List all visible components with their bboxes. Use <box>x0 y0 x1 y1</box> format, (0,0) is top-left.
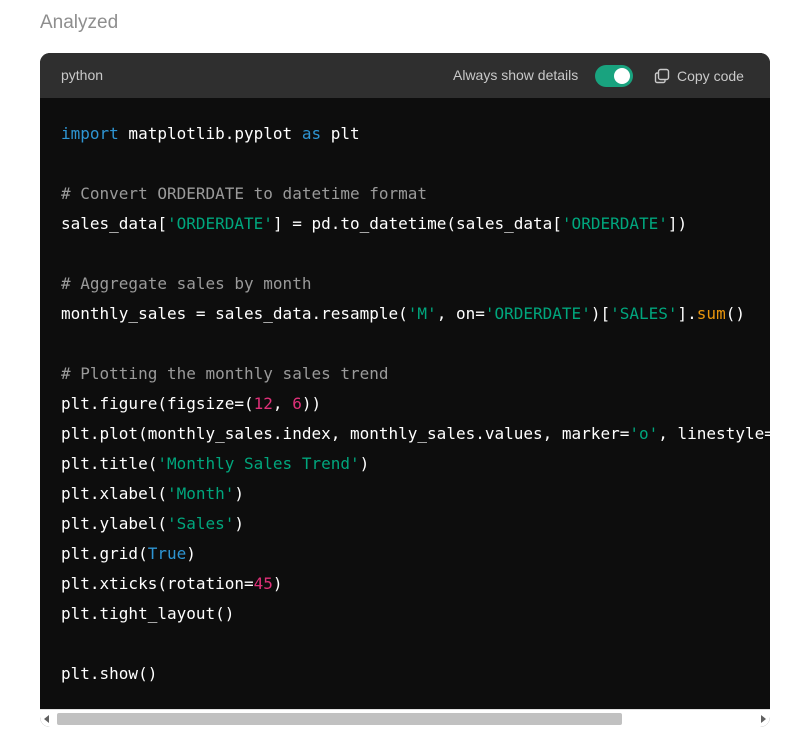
code-token-text: ) <box>234 514 245 533</box>
code-token-text: ) <box>359 454 370 473</box>
scrollbar-thumb[interactable] <box>57 713 622 725</box>
code-line: # Plotting the monthly sales trend <box>61 359 770 389</box>
code-line: plt.grid(True) <box>61 539 770 569</box>
code-token-text: () <box>725 304 745 323</box>
code-line: plt.tight_layout() <box>61 599 770 629</box>
copy-code-label: Copy code <box>677 68 744 84</box>
code-line: plt.title('Monthly Sales Trend') <box>61 449 770 479</box>
code-token-string: 'ORDERDATE' <box>484 304 591 323</box>
code-token-comment: # Convert ORDERDATE to datetime format <box>61 184 428 203</box>
copy-code-button[interactable]: Copy code <box>654 65 744 87</box>
code-line: sales_data['ORDERDATE'] = pd.to_datetime… <box>61 209 770 239</box>
code-line: import matplotlib.pyplot as plt <box>61 119 770 149</box>
code-token-text: )[ <box>590 304 611 323</box>
code-token-text: plt.title( <box>61 454 158 473</box>
code-token-builtin: sum <box>696 304 726 323</box>
code-token-text: ] = pd.to_datetime(sales_data[ <box>272 214 562 233</box>
code-language-label: python <box>61 67 104 83</box>
code-token-text: ) <box>272 574 283 593</box>
code-line: plt.plot(monthly_sales.index, monthly_sa… <box>61 419 770 449</box>
code-token-text: plt.figure(figsize=( <box>61 394 254 413</box>
code-token-text: ]. <box>677 304 697 323</box>
code-token-text: plt.plot(monthly_sales.index, monthly_sa… <box>61 424 630 443</box>
code-token-keyword: import <box>61 124 119 143</box>
code-token-text: , <box>272 394 293 413</box>
code-content: import matplotlib.pyplot as plt # Conver… <box>61 119 770 689</box>
scroll-right-arrow-icon[interactable] <box>761 715 766 723</box>
code-line: # Convert ORDERDATE to datetime format <box>61 179 770 209</box>
code-line: # Aggregate sales by month <box>61 269 770 299</box>
horizontal-scrollbar[interactable] <box>40 709 770 727</box>
code-token-text: , on= <box>436 304 485 323</box>
code-token-text: sales_data[ <box>61 214 167 233</box>
code-token-number: 45 <box>253 574 273 593</box>
code-token-text: plt.grid( <box>61 544 148 563</box>
code-line: plt.xticks(rotation=45) <box>61 569 770 599</box>
code-token-text: ) <box>234 484 245 503</box>
toggle-knob <box>614 68 630 84</box>
code-line: plt.show() <box>61 659 770 689</box>
code-block: python Always show details Copy code imp… <box>40 53 770 727</box>
code-token-comment: # Plotting the monthly sales trend <box>61 364 389 383</box>
code-token-text: plt <box>321 124 360 143</box>
code-token-text: plt.ylabel( <box>61 514 167 533</box>
code-token-text: plt.xticks(rotation= <box>61 574 254 593</box>
code-token-string: 'ORDERDATE' <box>561 214 668 233</box>
code-block-header: python Always show details Copy code <box>40 53 770 98</box>
code-token-text: )) <box>301 394 322 413</box>
code-token-string: 'M' <box>407 304 437 323</box>
always-show-details-toggle[interactable] <box>595 65 633 87</box>
always-show-details-label: Always show details <box>453 67 579 83</box>
code-token-text: plt.xlabel( <box>61 484 167 503</box>
code-line: monthly_sales = sales_data.resample('M',… <box>61 299 770 329</box>
code-token-text: plt.tight_layout() <box>61 604 235 623</box>
code-token-text: matplotlib.pyplot <box>118 124 302 143</box>
code-token-number: 12 <box>253 394 273 413</box>
code-token-text: ) <box>186 544 196 563</box>
code-line: plt.xlabel('Month') <box>61 479 770 509</box>
code-token-text: plt.show() <box>61 664 158 683</box>
code-token-comment: # Aggregate sales by month <box>61 274 312 293</box>
scroll-left-arrow-icon[interactable] <box>44 715 49 723</box>
code-token-string: 'Sales' <box>166 514 235 533</box>
code-token-string: 'Monthly Sales Trend' <box>157 454 360 473</box>
code-token-text: monthly_sales = sales_data.resample( <box>61 304 408 323</box>
analysis-status: Analyzed <box>40 12 119 33</box>
code-token-string: 'SALES' <box>610 304 678 323</box>
code-token-keyword: True <box>147 544 187 563</box>
code-line: plt.ylabel('Sales') <box>61 509 770 539</box>
code-token-text: ]) <box>667 214 688 233</box>
code-token-number: 6 <box>292 394 302 413</box>
code-token-keyword: as <box>301 124 322 143</box>
copy-icon <box>654 68 670 84</box>
code-token-string: 'o' <box>629 424 659 443</box>
code-line: plt.figure(figsize=(12, 6)) <box>61 389 770 419</box>
code-token-text: , linestyle= <box>658 424 770 443</box>
code-token-string: 'Month' <box>166 484 235 503</box>
code-token-string: 'ORDERDATE' <box>166 214 273 233</box>
